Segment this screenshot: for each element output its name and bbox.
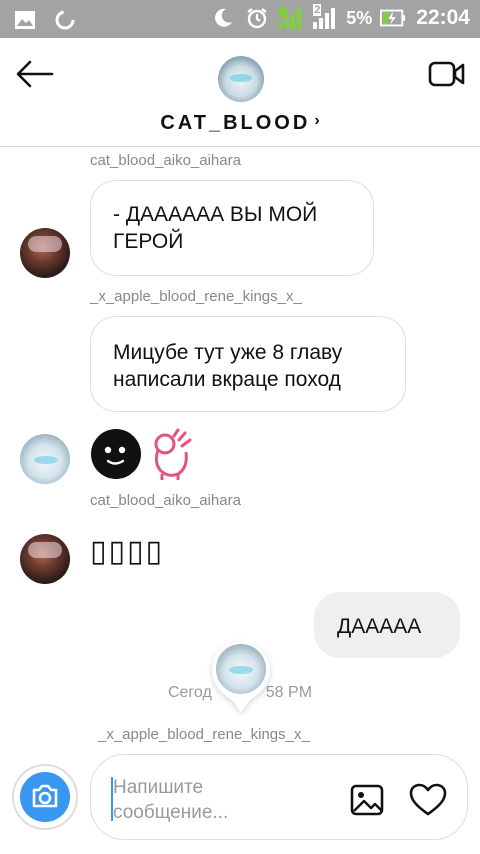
camera-icon xyxy=(32,784,58,808)
video-call-icon[interactable] xyxy=(428,58,466,90)
sender-avatar[interactable] xyxy=(20,228,70,278)
sync-icon xyxy=(55,10,75,30)
camera-button-fill xyxy=(20,772,70,822)
status-bar: 2 5% 22:04 xyxy=(0,0,480,38)
battery-percent: 5% xyxy=(346,7,373,28)
seen-avatar xyxy=(216,644,266,694)
chat-header: CAT_BLOOD › xyxy=(0,38,480,147)
message-bubble[interactable]: - ДАААААА ВЫ МОЙ ГЕРОЙ xyxy=(90,180,374,276)
emoji-message[interactable] xyxy=(90,428,196,480)
ok-hand-emoji xyxy=(154,428,192,480)
back-arrow-icon[interactable] xyxy=(14,56,56,92)
gallery-icon[interactable] xyxy=(349,783,385,817)
heart-icon[interactable] xyxy=(409,783,447,817)
message-text: - ДАААААА ВЫ МОЙ ГЕРОЙ xyxy=(113,203,318,253)
sender-name: _x_apple_blood_rene_kings_x_ xyxy=(98,726,310,742)
chat-avatar[interactable] xyxy=(218,56,264,102)
message-text[interactable]: ▯▯▯▯ xyxy=(90,534,164,569)
sender-name: cat_blood_aiko_aihara xyxy=(90,492,241,509)
sender-avatar[interactable] xyxy=(20,434,70,484)
message-text: Мицубе тут уже 8 главу написали вкраце п… xyxy=(113,341,343,391)
placeholder-line2: сообщение... xyxy=(113,802,229,823)
gallery-notification-icon xyxy=(15,11,35,29)
timestamp-right: 58 PM xyxy=(265,684,313,701)
signal-sim2-icon: 2 xyxy=(312,4,338,30)
sender-name: cat_blood_aiko_aihara xyxy=(90,152,241,169)
message-text: ДААААА xyxy=(337,615,422,638)
my-message-bubble[interactable]: ДААААА xyxy=(314,592,460,658)
chat-title-text: CAT_BLOOD xyxy=(160,112,311,134)
signal-sim1-icon xyxy=(279,7,302,29)
camera-button[interactable] xyxy=(12,764,78,830)
placeholder-line1: Напишите xyxy=(113,777,204,798)
sender-avatar[interactable] xyxy=(20,534,70,584)
dark-face-emoji xyxy=(91,429,141,479)
sender-name: _x_apple_blood_rene_kings_x_ xyxy=(90,288,302,305)
clock: 22:04 xyxy=(416,6,470,29)
timestamp-left: Сегод xyxy=(167,684,212,701)
chat-title[interactable]: CAT_BLOOD › xyxy=(0,112,480,135)
sim2-label: 2 xyxy=(313,4,322,16)
message-input[interactable]: Напишите сообщение... xyxy=(90,754,468,840)
message-composer: Напишите сообщение... xyxy=(0,748,480,854)
message-placeholder: Напишите сообщение... xyxy=(113,775,323,825)
chevron-right-icon: › xyxy=(314,112,320,129)
message-bubble[interactable]: Мицубе тут уже 8 главу написали вкраце п… xyxy=(90,316,406,412)
moon-icon xyxy=(215,8,233,27)
alarm-icon xyxy=(247,8,267,29)
battery-charging-icon xyxy=(380,9,406,27)
